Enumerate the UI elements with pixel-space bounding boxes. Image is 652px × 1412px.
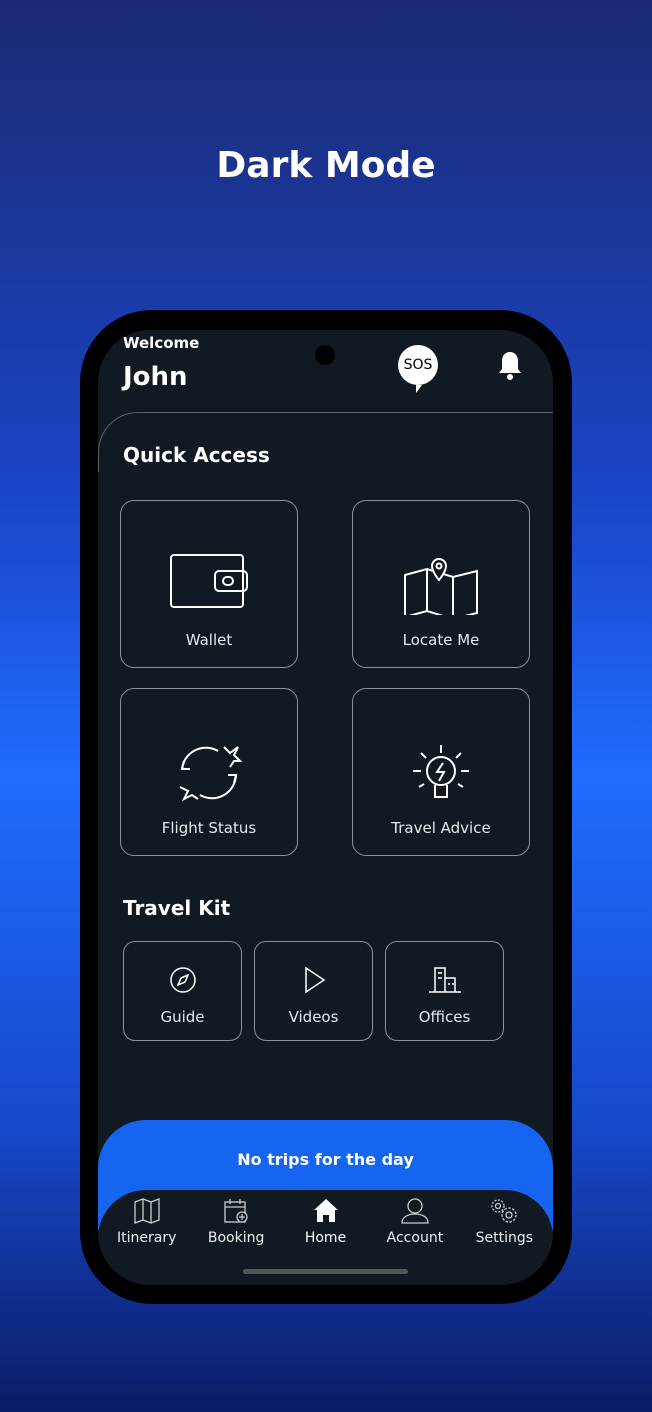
travel-kit-title: Travel Kit (123, 896, 231, 920)
nav-itinerary-label: Itinerary (117, 1230, 177, 1246)
compass-icon (169, 967, 196, 993)
user-name: John (123, 362, 188, 392)
travel-advice-card[interactable]: Travel Advice (352, 688, 530, 856)
home-icon (313, 1199, 338, 1222)
nav-settings-label: Settings (475, 1230, 534, 1246)
nav-itinerary[interactable]: Itinerary (102, 1190, 191, 1285)
guide-card[interactable]: Guide (123, 941, 242, 1041)
app-screen: Welcome John SOS Quick Access Wallet Loc… (98, 330, 553, 1285)
wallet-icon (170, 554, 248, 608)
play-icon (304, 966, 325, 994)
wallet-label: Wallet (185, 631, 233, 649)
locate-me-label: Locate Me (402, 631, 480, 649)
travel-advice-label: Travel Advice (391, 819, 491, 837)
bell-icon[interactable] (496, 350, 524, 382)
home-indicator[interactable] (243, 1269, 408, 1274)
phone-frame: Welcome John SOS Quick Access Wallet Loc… (80, 310, 572, 1304)
flight-status-icon (179, 746, 243, 802)
calendar-add-icon (224, 1199, 248, 1223)
nav-booking-label: Booking (207, 1230, 265, 1246)
welcome-label: Welcome (123, 334, 200, 352)
videos-card[interactable]: Videos (254, 941, 373, 1041)
nav-account-label: Account (386, 1230, 444, 1246)
quick-access-title: Quick Access (123, 443, 270, 467)
map-pin-icon (404, 557, 478, 615)
guide-label: Guide (160, 1008, 205, 1026)
gears-icon (491, 1199, 517, 1223)
videos-label: Videos (288, 1008, 339, 1026)
page-title: Dark Mode (216, 145, 436, 186)
nav-home-label: Home (304, 1230, 347, 1246)
locate-me-card[interactable]: Locate Me (352, 500, 530, 668)
offices-label: Offices (418, 1008, 471, 1026)
flight-status-label: Flight Status (161, 819, 257, 837)
flight-status-card[interactable]: Flight Status (120, 688, 298, 856)
lightbulb-icon (413, 745, 469, 798)
building-icon (428, 967, 461, 993)
sos-button[interactable]: SOS (398, 345, 438, 393)
map-icon (134, 1198, 160, 1224)
nav-settings[interactable]: Settings (460, 1190, 549, 1285)
wallet-card[interactable]: Wallet (120, 500, 298, 668)
offices-card[interactable]: Offices (385, 941, 504, 1041)
camera-notch (315, 345, 335, 365)
user-icon (401, 1198, 429, 1224)
